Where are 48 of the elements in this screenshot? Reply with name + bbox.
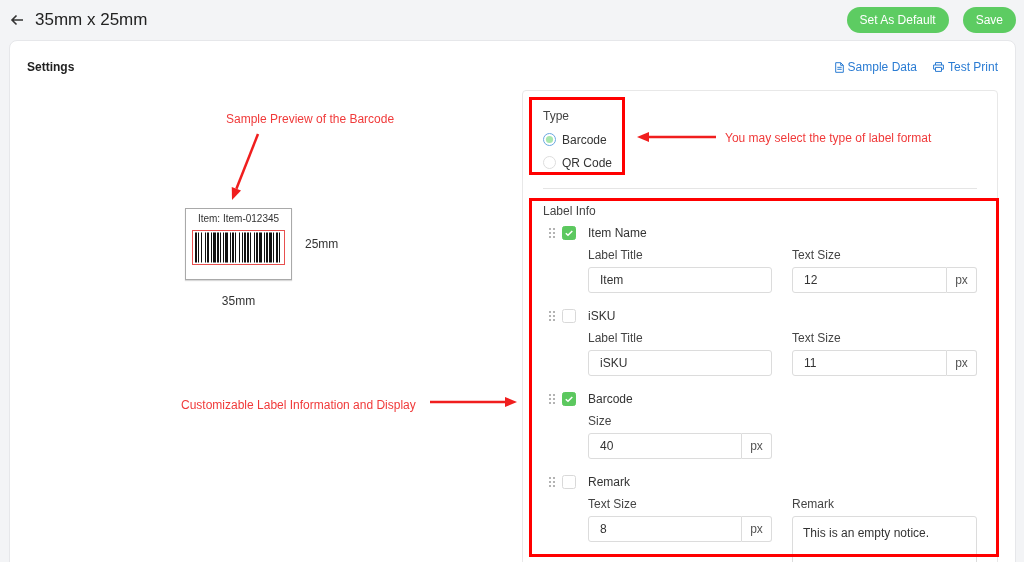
sample-data-link[interactable]: Sample Data <box>834 60 917 74</box>
annotation-text: You may select the type of label format <box>725 130 932 146</box>
page-title: 35mm x 25mm <box>35 9 148 30</box>
radio-button[interactable] <box>543 133 556 146</box>
field-label: Remark <box>792 496 834 513</box>
text-field[interactable]: Item <box>588 267 772 293</box>
height-dimension: 25mm <box>305 237 339 251</box>
radio-label[interactable]: Barcode <box>562 132 607 147</box>
remark-textarea[interactable]: This is an empty notice. <box>792 516 977 562</box>
width-dimension: 35mm <box>221 294 256 308</box>
radio-label[interactable]: QR Code <box>562 155 613 170</box>
test-print-link[interactable]: Test Print <box>933 60 998 74</box>
preview-item-text: Item: Item-012345 <box>197 213 280 225</box>
drag-handle-icon[interactable] <box>549 228 555 238</box>
field-name: Barcode <box>588 392 633 406</box>
document-icon <box>834 61 844 73</box>
label-info-heading: Label Info <box>543 203 596 220</box>
text-field[interactable]: iSKU <box>588 350 772 376</box>
type-heading: Type <box>543 108 569 125</box>
checkbox[interactable] <box>562 226 576 240</box>
drag-handle-icon[interactable] <box>549 394 555 404</box>
section-title: Settings <box>27 60 75 74</box>
field-name: Remark <box>588 475 630 489</box>
number-field[interactable]: 40 <box>588 433 742 459</box>
field-label: Size <box>588 413 612 430</box>
checkbox[interactable] <box>562 392 576 406</box>
field-label: Text Size <box>588 496 637 513</box>
field-label: Label Title <box>588 247 643 264</box>
drag-handle-icon[interactable] <box>549 311 555 321</box>
field-label: Text Size <box>792 247 841 264</box>
field-name: iSKU <box>588 309 616 323</box>
checkbox[interactable] <box>562 309 576 323</box>
back-arrow-icon[interactable] <box>10 13 24 26</box>
number-field[interactable]: 12 <box>792 267 947 293</box>
field-label: Label Title <box>588 330 643 347</box>
field-label: Text Size <box>792 330 841 347</box>
annotation-text: Sample Preview of the Barcode <box>226 111 395 127</box>
number-field[interactable]: 8 <box>588 516 742 542</box>
unit-label: px <box>947 350 977 376</box>
annotation-text: Customizable Label Information and Display <box>181 397 416 413</box>
unit-label: px <box>947 267 977 293</box>
unit-label: px <box>742 516 772 542</box>
checkbox[interactable] <box>562 475 576 489</box>
field-name: Item Name <box>588 226 647 240</box>
unit-label: px <box>742 433 772 459</box>
number-field[interactable]: 11 <box>792 350 947 376</box>
printer-icon <box>933 62 944 72</box>
drag-handle-icon[interactable] <box>549 477 555 487</box>
